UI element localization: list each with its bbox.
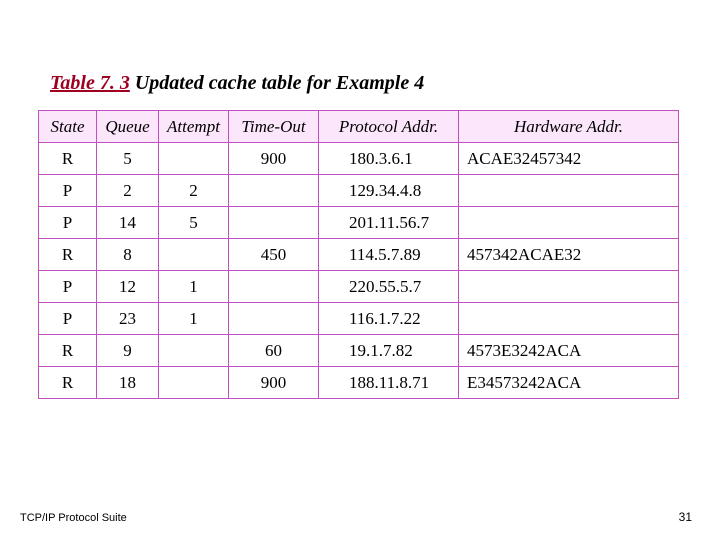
cell-state: P: [39, 271, 97, 303]
cell-hw: 4573E3242ACA: [459, 335, 679, 367]
table-title: Updated cache table for Example 4: [130, 72, 424, 94]
cell-attempt: [159, 335, 229, 367]
cell-timeout: 900: [229, 367, 319, 399]
table-caption: Table 7. 3 Updated cache table for Examp…: [50, 72, 424, 95]
slide-page: Table 7. 3 Updated cache table for Examp…: [0, 0, 720, 540]
table-row: R8 450114.5.7.89457342ACAE32: [39, 239, 679, 271]
cell-proto: 201.11.56.7: [319, 207, 459, 239]
cell-attempt: 1: [159, 303, 229, 335]
cell-state: R: [39, 367, 97, 399]
cell-state: R: [39, 239, 97, 271]
cell-proto: 188.11.8.71: [319, 367, 459, 399]
cell-hw: [459, 271, 679, 303]
col-proto: Protocol Addr.: [319, 111, 459, 143]
cache-table: State Queue Attempt Time-Out Protocol Ad…: [38, 110, 679, 399]
col-hw: Hardware Addr.: [459, 111, 679, 143]
cell-queue: 23: [97, 303, 159, 335]
table-row: P22129.34.4.8: [39, 175, 679, 207]
cell-queue: 12: [97, 271, 159, 303]
cell-proto: 114.5.7.89: [319, 239, 459, 271]
table-row: R5 900180.3.6.1ACAE32457342: [39, 143, 679, 175]
footer-source: TCP/IP Protocol Suite: [20, 512, 127, 524]
cell-queue: 2: [97, 175, 159, 207]
table-container: State Queue Attempt Time-Out Protocol Ad…: [38, 110, 678, 399]
table-row: P231 116.1.7.22: [39, 303, 679, 335]
cell-hw: E34573242ACA: [459, 367, 679, 399]
cell-attempt: [159, 239, 229, 271]
cell-hw: 457342ACAE32: [459, 239, 679, 271]
cell-queue: 9: [97, 335, 159, 367]
table-number: Table 7. 3: [50, 72, 130, 94]
cell-timeout: [229, 271, 319, 303]
table-row: P145 201.11.56.7: [39, 207, 679, 239]
cell-hw: [459, 207, 679, 239]
table-row: R9 6019.1.7.824573E3242ACA: [39, 335, 679, 367]
cell-timeout: [229, 175, 319, 207]
page-number: 31: [679, 510, 692, 524]
cell-state: P: [39, 303, 97, 335]
col-queue: Queue: [97, 111, 159, 143]
cell-timeout: 60: [229, 335, 319, 367]
cell-queue: 14: [97, 207, 159, 239]
table-header-row: State Queue Attempt Time-Out Protocol Ad…: [39, 111, 679, 143]
cell-state: R: [39, 335, 97, 367]
cell-state: P: [39, 207, 97, 239]
cell-attempt: 1: [159, 271, 229, 303]
cell-proto: 220.55.5.7: [319, 271, 459, 303]
table-row: R18 900188.11.8.71E34573242ACA: [39, 367, 679, 399]
cell-timeout: 900: [229, 143, 319, 175]
cell-queue: 5: [97, 143, 159, 175]
cell-attempt: [159, 367, 229, 399]
cell-queue: 8: [97, 239, 159, 271]
cell-timeout: 450: [229, 239, 319, 271]
col-attempt: Attempt: [159, 111, 229, 143]
cell-state: P: [39, 175, 97, 207]
cell-hw: ACAE32457342: [459, 143, 679, 175]
col-state: State: [39, 111, 97, 143]
cell-timeout: [229, 303, 319, 335]
table-row: P121 220.55.5.7: [39, 271, 679, 303]
cell-hw: [459, 303, 679, 335]
cell-proto: 129.34.4.8: [319, 175, 459, 207]
cell-attempt: 2: [159, 175, 229, 207]
cell-hw: [459, 175, 679, 207]
col-timeout: Time-Out: [229, 111, 319, 143]
cell-attempt: 5: [159, 207, 229, 239]
cell-proto: 19.1.7.82: [319, 335, 459, 367]
cell-state: R: [39, 143, 97, 175]
cell-queue: 18: [97, 367, 159, 399]
cell-timeout: [229, 207, 319, 239]
cell-proto: 180.3.6.1: [319, 143, 459, 175]
cell-attempt: [159, 143, 229, 175]
cell-proto: 116.1.7.22: [319, 303, 459, 335]
